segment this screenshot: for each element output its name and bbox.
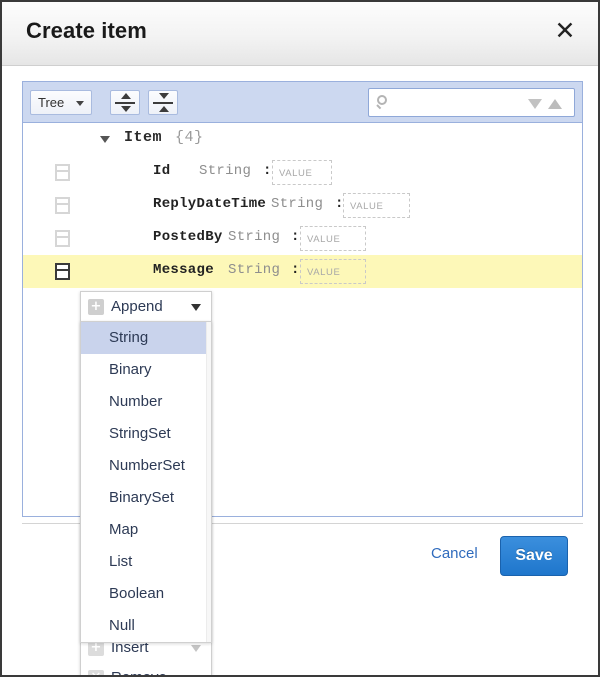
- field-value-input[interactable]: VALUE: [300, 259, 366, 284]
- root-label: Item: [124, 129, 162, 146]
- field-value-input[interactable]: VALUE: [343, 193, 410, 218]
- field-type: String: [228, 229, 280, 245]
- field-type: String: [228, 262, 280, 278]
- triangle-down-icon[interactable]: [528, 99, 542, 109]
- submenu-item-stringset[interactable]: StringSet: [81, 418, 211, 450]
- table-row[interactable]: Message String : VALUE: [23, 255, 582, 288]
- field-colon: :: [291, 262, 299, 278]
- collapse-all-button[interactable]: [148, 90, 178, 115]
- caret-down-icon[interactable]: [100, 136, 110, 143]
- collapse-all-icon: [149, 91, 177, 114]
- create-item-dialog: Create item ✕ Tree: [0, 0, 600, 677]
- mode-select-tree[interactable]: Tree: [30, 90, 92, 115]
- field-name: ReplyDateTime: [153, 196, 266, 212]
- table-row[interactable]: Id String : VALUE: [23, 156, 582, 189]
- menu-item-append[interactable]: + Append: [81, 292, 211, 322]
- table-row[interactable]: PostedBy String : VALUE: [23, 222, 582, 255]
- search-input[interactable]: [397, 89, 537, 116]
- chevron-down-icon: [191, 645, 201, 652]
- triangle-up-icon[interactable]: [548, 99, 562, 109]
- expand-all-icon: [111, 91, 139, 114]
- field-handle-icon[interactable]: [55, 230, 70, 247]
- field-name: PostedBy: [153, 229, 223, 245]
- editor-toolbar: Tree: [23, 82, 582, 123]
- root-count: {4}: [175, 129, 204, 146]
- field-name: Message: [153, 262, 214, 278]
- submenu-item-boolean[interactable]: Boolean: [81, 578, 211, 610]
- field-type: String: [199, 163, 251, 179]
- menu-item-remove[interactable]: ✕ Remove: [81, 663, 211, 677]
- submenu-item-null[interactable]: Null: [81, 610, 211, 642]
- save-button[interactable]: Save: [500, 536, 568, 576]
- tree-row-root[interactable]: Item {4}: [23, 123, 582, 156]
- field-type: String: [271, 196, 323, 212]
- submenu-item-number[interactable]: Number: [81, 386, 211, 418]
- menu-item-label: Append: [111, 298, 163, 315]
- page-title: Create item: [26, 18, 147, 44]
- field-handle-icon[interactable]: [55, 197, 70, 214]
- table-row[interactable]: ReplyDateTime String : VALUE: [23, 189, 582, 222]
- dialog-titlebar: Create item ✕: [2, 2, 598, 66]
- menu-item-label: Remove: [111, 669, 167, 677]
- chevron-down-icon: [76, 101, 84, 106]
- submenu-item-numberset[interactable]: NumberSet: [81, 450, 211, 482]
- cancel-button[interactable]: Cancel: [431, 545, 478, 562]
- submenu-item-binaryset[interactable]: BinarySet: [81, 482, 211, 514]
- field-value-input[interactable]: VALUE: [300, 226, 366, 251]
- field-colon: :: [263, 163, 271, 179]
- type-submenu: String Binary Number StringSet NumberSet…: [80, 321, 212, 643]
- close-icon[interactable]: ✕: [550, 16, 580, 46]
- field-colon: :: [291, 229, 299, 245]
- plus-icon: +: [88, 299, 104, 315]
- submenu-item-binary[interactable]: Binary: [81, 354, 211, 386]
- expand-all-button[interactable]: [110, 90, 140, 115]
- mode-select-label: Tree: [38, 95, 64, 110]
- field-handle-icon[interactable]: [55, 263, 70, 280]
- submenu-item-map[interactable]: Map: [81, 514, 211, 546]
- search-box[interactable]: [368, 88, 575, 117]
- remove-icon: ✕: [88, 670, 104, 677]
- submenu-item-string[interactable]: String: [81, 322, 211, 354]
- field-name: Id: [153, 163, 170, 179]
- field-value-input[interactable]: VALUE: [272, 160, 332, 185]
- field-handle-icon[interactable]: [55, 164, 70, 181]
- submenu-scrollbar[interactable]: [206, 322, 211, 642]
- chevron-down-icon: [191, 304, 201, 311]
- search-icon: [377, 95, 391, 109]
- submenu-item-list[interactable]: List: [81, 546, 211, 578]
